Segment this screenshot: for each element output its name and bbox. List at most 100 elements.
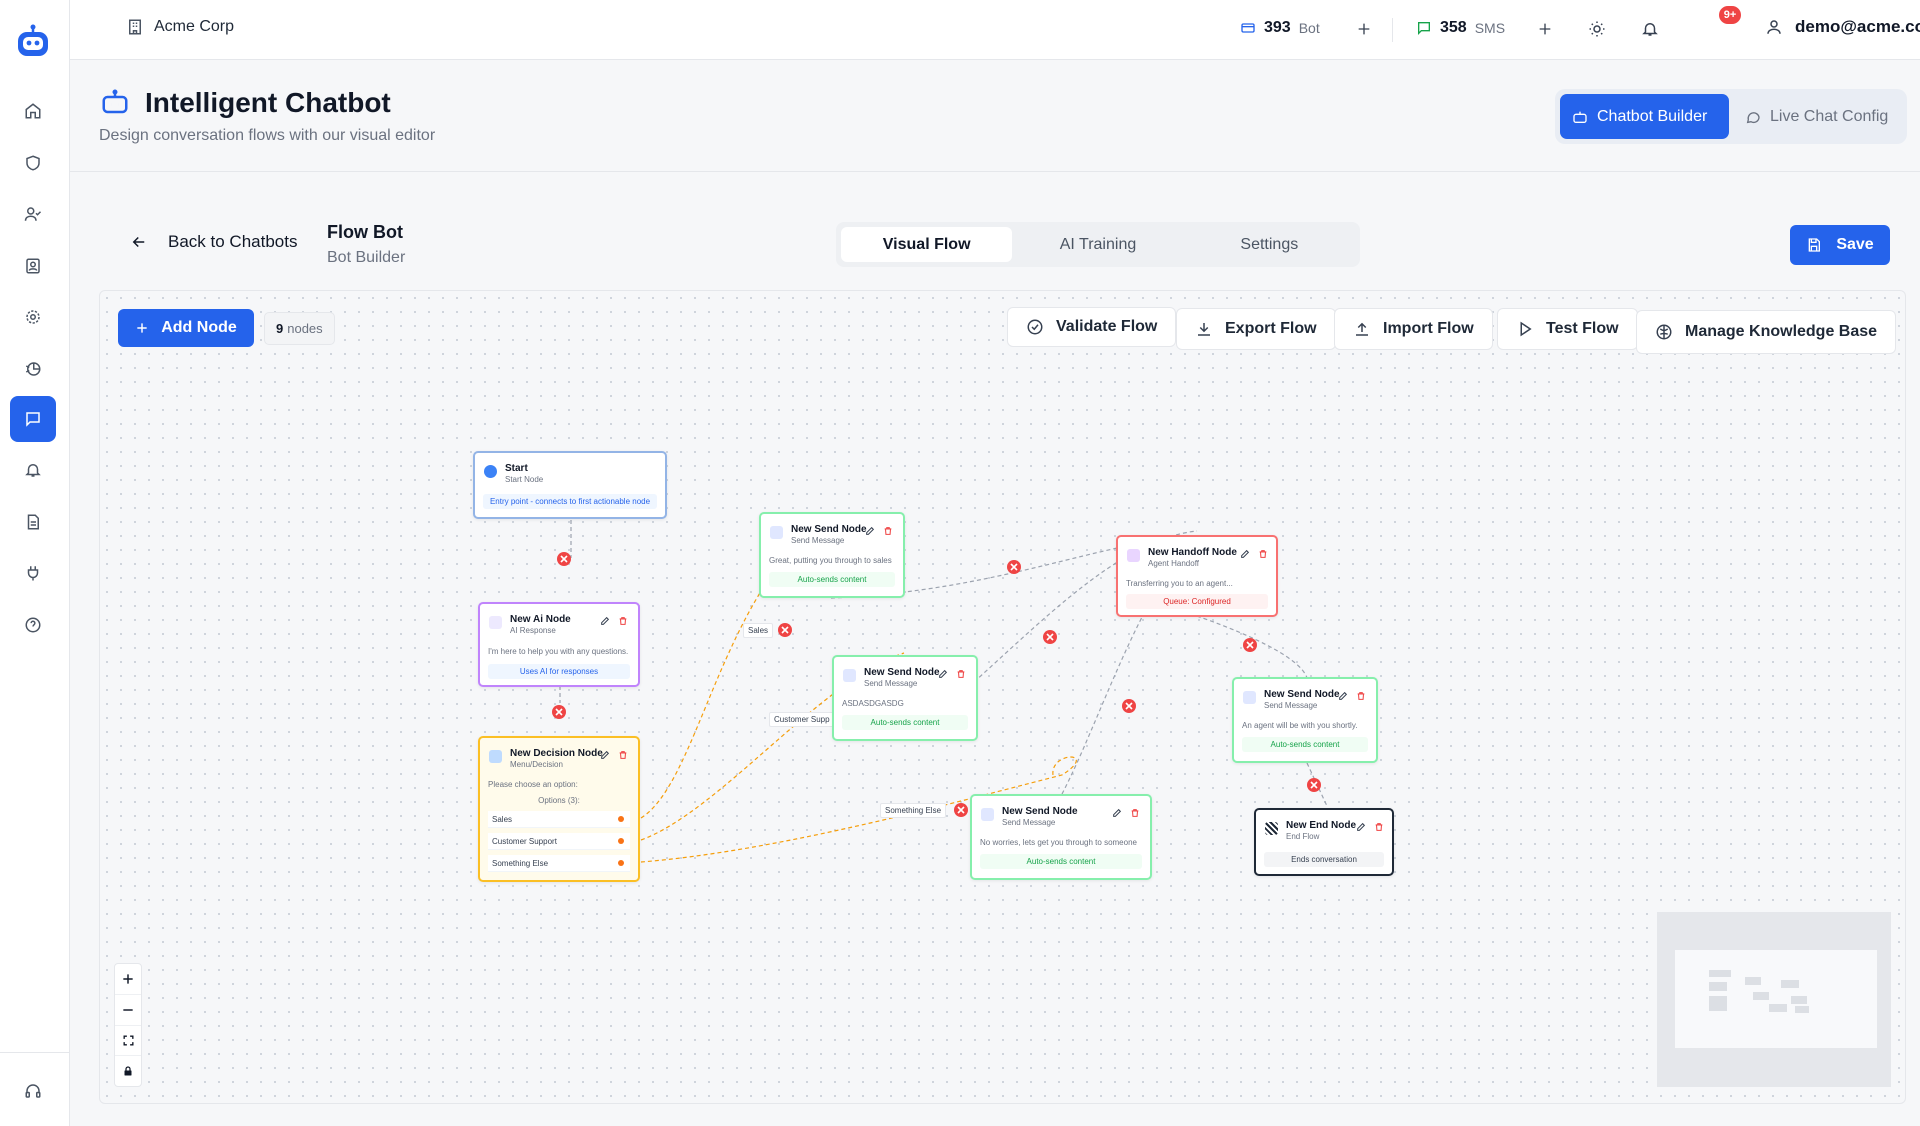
sms-count: 358 bbox=[1440, 19, 1467, 36]
add-bot-credits-button[interactable] bbox=[1352, 17, 1376, 41]
sidebar-divider bbox=[0, 1052, 70, 1053]
edit-icon[interactable] bbox=[1338, 691, 1348, 701]
back-to-chatbots-link[interactable]: Back to Chatbots bbox=[130, 232, 297, 252]
tab-visual-flow[interactable]: Visual Flow bbox=[841, 227, 1013, 262]
flow-subtitle: Bot Builder bbox=[327, 249, 406, 266]
notifications-button[interactable] bbox=[1638, 17, 1662, 41]
ai-response-node[interactable]: New Ai Node AI Response I'm here to help… bbox=[478, 602, 640, 687]
send-node-1[interactable]: New Send Node Send Message Great, puttin… bbox=[759, 512, 905, 598]
sidebar-item-contacts[interactable] bbox=[10, 243, 56, 289]
notification-badge: 9+ bbox=[1717, 4, 1743, 26]
arrow-left-icon bbox=[130, 233, 148, 251]
zoom-controls bbox=[114, 963, 142, 1087]
start-node[interactable]: Start Start Node Entry point - connects … bbox=[473, 451, 667, 519]
node-description: Great, putting you through to sales bbox=[769, 556, 892, 565]
fit-view-button[interactable] bbox=[115, 1026, 141, 1057]
sidebar-item-chat[interactable] bbox=[10, 396, 56, 442]
theme-toggle-button[interactable] bbox=[1585, 17, 1609, 41]
bot-count: 393 bbox=[1264, 19, 1291, 36]
sidebar-item-home[interactable] bbox=[10, 88, 56, 134]
trash-icon[interactable] bbox=[956, 669, 966, 679]
sidebar-item-settings[interactable] bbox=[10, 294, 56, 340]
ai-icon bbox=[489, 616, 502, 629]
send-node-4[interactable]: New Send Node Send Message An agent will… bbox=[1232, 677, 1378, 763]
sidebar-item-support[interactable] bbox=[10, 1068, 56, 1114]
sms-credits: 358 SMS bbox=[1416, 19, 1505, 37]
end-node[interactable]: New End Node End Flow Ends conversation bbox=[1254, 808, 1394, 876]
trash-icon[interactable] bbox=[1356, 691, 1366, 701]
option-handle[interactable] bbox=[618, 838, 624, 844]
decision-node[interactable]: New Decision Node Menu/Decision Please c… bbox=[478, 736, 640, 882]
zoom-out-button[interactable] bbox=[115, 995, 141, 1026]
node-title: Start bbox=[505, 463, 528, 474]
edit-icon[interactable] bbox=[1112, 808, 1122, 818]
add-sms-credits-button[interactable] bbox=[1533, 17, 1557, 41]
node-actions bbox=[938, 669, 966, 679]
sidebar-item-security[interactable] bbox=[10, 140, 56, 186]
minimap-viewport[interactable] bbox=[1675, 950, 1877, 1048]
option-handle[interactable] bbox=[618, 860, 624, 866]
edit-icon[interactable] bbox=[1356, 822, 1366, 832]
edit-icon[interactable] bbox=[1240, 549, 1250, 559]
shield-icon bbox=[24, 154, 42, 172]
option-something-else[interactable]: Something Else bbox=[488, 855, 630, 872]
node-pill: Ends conversation bbox=[1264, 852, 1384, 867]
node-title: New Send Node bbox=[791, 524, 867, 535]
send-node-2[interactable]: New Send Node Send Message ASDASDGASDG A… bbox=[832, 655, 978, 741]
trash-icon[interactable] bbox=[618, 750, 628, 760]
flow-canvas[interactable]: Add Node 9 nodes Validate Flow Export Fl… bbox=[99, 290, 1906, 1104]
trash-icon[interactable] bbox=[1258, 549, 1268, 559]
node-description: An agent will be with you shortly. bbox=[1242, 721, 1358, 730]
trash-icon[interactable] bbox=[618, 616, 628, 626]
option-customer-support[interactable]: Customer Support bbox=[488, 833, 630, 850]
handoff-node[interactable]: New Handoff Node Agent Handoff Transferr… bbox=[1116, 535, 1278, 617]
option-sales[interactable]: Sales bbox=[488, 811, 630, 828]
edit-icon[interactable] bbox=[600, 750, 610, 760]
tab-settings[interactable]: Settings bbox=[1184, 227, 1355, 262]
sidebar-item-users[interactable] bbox=[10, 191, 56, 237]
topbar-divider bbox=[1392, 18, 1393, 42]
sidebar-item-analytics[interactable] bbox=[10, 346, 56, 392]
node-title: New Send Node bbox=[1002, 806, 1078, 817]
node-actions bbox=[600, 616, 628, 626]
chat-bubble-icon bbox=[1745, 109, 1761, 125]
lock-button[interactable] bbox=[115, 1056, 141, 1086]
user-menu[interactable]: demo@acme.com bbox=[1765, 17, 1920, 37]
trash-icon[interactable] bbox=[883, 526, 893, 536]
send-icon bbox=[1243, 691, 1256, 704]
live-chat-config-tab[interactable]: Live Chat Config bbox=[1733, 94, 1900, 139]
option-handle[interactable] bbox=[618, 816, 624, 822]
node-description: Please choose an option: bbox=[488, 780, 578, 789]
sidebar-item-notifications[interactable] bbox=[10, 447, 56, 493]
chatbot-builder-tab[interactable]: Chatbot Builder bbox=[1560, 94, 1729, 139]
plus-icon bbox=[121, 972, 135, 986]
card-icon bbox=[1240, 20, 1256, 36]
node-pill: Auto-sends content bbox=[1242, 737, 1368, 752]
edge-label-sales: Sales bbox=[743, 623, 774, 638]
menu-icon bbox=[489, 750, 502, 763]
edit-icon[interactable] bbox=[938, 669, 948, 679]
edit-icon[interactable] bbox=[600, 616, 610, 626]
edge-label-something-else: Something Else bbox=[880, 803, 947, 818]
node-actions bbox=[1356, 822, 1384, 832]
sidebar-item-integrations[interactable] bbox=[10, 550, 56, 596]
save-button[interactable]: Save bbox=[1790, 225, 1890, 265]
page-header: Intelligent Chatbot Design conversation … bbox=[70, 61, 1920, 172]
zoom-in-button[interactable] bbox=[115, 964, 141, 995]
flow-tabs: Visual Flow AI Training Settings bbox=[836, 222, 1360, 267]
sidebar-item-help[interactable] bbox=[10, 602, 56, 648]
lock-icon bbox=[122, 1065, 134, 1077]
tab-ai-training[interactable]: AI Training bbox=[1012, 227, 1183, 262]
analytics-icon bbox=[24, 360, 42, 378]
flow-title: Flow Bot bbox=[327, 222, 403, 242]
node-description: No worries, lets get you through to some… bbox=[980, 838, 1137, 847]
node-description: ASDASDGASDG bbox=[842, 699, 904, 708]
trash-icon[interactable] bbox=[1374, 822, 1384, 832]
sidebar-item-documents[interactable] bbox=[10, 499, 56, 545]
send-node-3[interactable]: New Send Node Send Message No worries, l… bbox=[970, 794, 1152, 880]
edit-icon[interactable] bbox=[865, 526, 875, 536]
company-switcher[interactable]: Acme Corp bbox=[126, 18, 234, 36]
minimap[interactable] bbox=[1657, 912, 1891, 1087]
mode-switcher: Chatbot Builder Live Chat Config bbox=[1555, 89, 1907, 144]
trash-icon[interactable] bbox=[1130, 808, 1140, 818]
